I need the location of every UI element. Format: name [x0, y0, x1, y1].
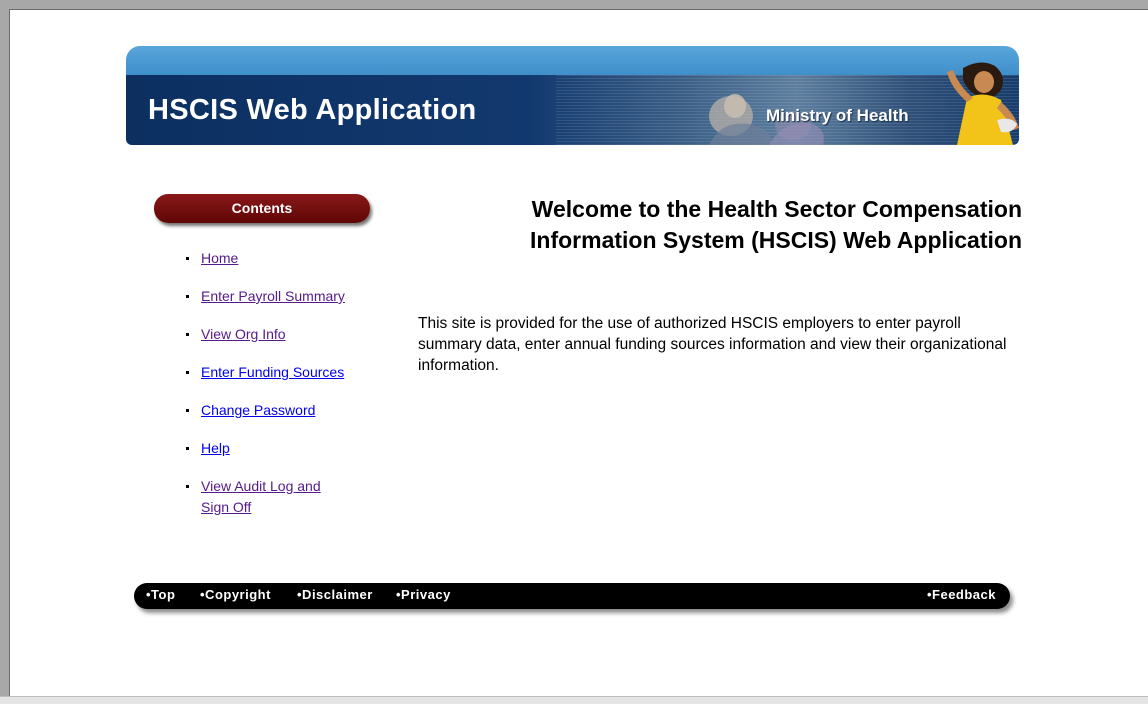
footer-link-top[interactable]: •Top: [146, 587, 175, 602]
banner-title: HSCIS Web Application: [148, 94, 477, 126]
footer-link-privacy[interactable]: •Privacy: [396, 587, 451, 602]
nav-item-help: Help: [185, 438, 385, 459]
bullet-icon: [186, 371, 189, 374]
contents-heading: Contents: [154, 194, 370, 223]
banner-people-illustration: [709, 62, 1019, 145]
contents-nav: Home Enter Payroll Summary View Org Info…: [185, 248, 385, 535]
nav-link-enter-payroll-summary[interactable]: Enter Payroll Summary: [201, 288, 345, 304]
bullet-icon: [186, 409, 189, 412]
nav-item-change-password: Change Password: [185, 400, 385, 421]
nav-link-enter-funding-sources[interactable]: Enter Funding Sources: [201, 364, 344, 380]
banner-ministry-label: Ministry of Health: [766, 106, 909, 125]
page-title: Welcome to the Health Sector Compensatio…: [530, 196, 1022, 253]
nav-link-change-password[interactable]: Change Password: [201, 402, 315, 418]
nav-item-enter-payroll-summary: Enter Payroll Summary: [185, 286, 385, 307]
bullet-icon: [186, 447, 189, 450]
bullet-icon: [186, 295, 189, 298]
window-frame-left: [0, 0, 9, 703]
nav-link-home[interactable]: Home: [201, 250, 238, 266]
footer-link-feedback[interactable]: •Feedback: [927, 587, 996, 602]
footer-bar: •Top •Copyright •Disclaimer •Privacy •Fe…: [134, 583, 1010, 609]
intro-paragraph: This site is provided for the use of aut…: [418, 315, 1007, 374]
window-frame-inner-top: [9, 9, 1148, 10]
nav-link-view-audit-log-sign-off[interactable]: View Audit Log and Sign Off: [201, 476, 351, 518]
nav-item-home: Home: [185, 248, 385, 269]
bullet-icon: [186, 257, 189, 260]
nav-item-view-audit-log: View Audit Log and Sign Off: [185, 476, 385, 518]
nav-item-view-org-info: View Org Info: [185, 324, 385, 345]
nav-item-enter-funding-sources: Enter Funding Sources: [185, 362, 385, 383]
window-frame-inner-left: [9, 9, 10, 703]
site-banner: HSCIS Web Application Ministry of Health: [126, 46, 1019, 145]
nav-link-help[interactable]: Help: [201, 440, 230, 456]
bullet-icon: [186, 485, 189, 488]
bullet-icon: [186, 333, 189, 336]
nav-link-view-org-info[interactable]: View Org Info: [201, 326, 286, 342]
window-frame-top: [0, 0, 1148, 9]
footer-link-copyright[interactable]: •Copyright: [200, 587, 271, 602]
footer-link-disclaimer[interactable]: •Disclaimer: [297, 587, 373, 602]
